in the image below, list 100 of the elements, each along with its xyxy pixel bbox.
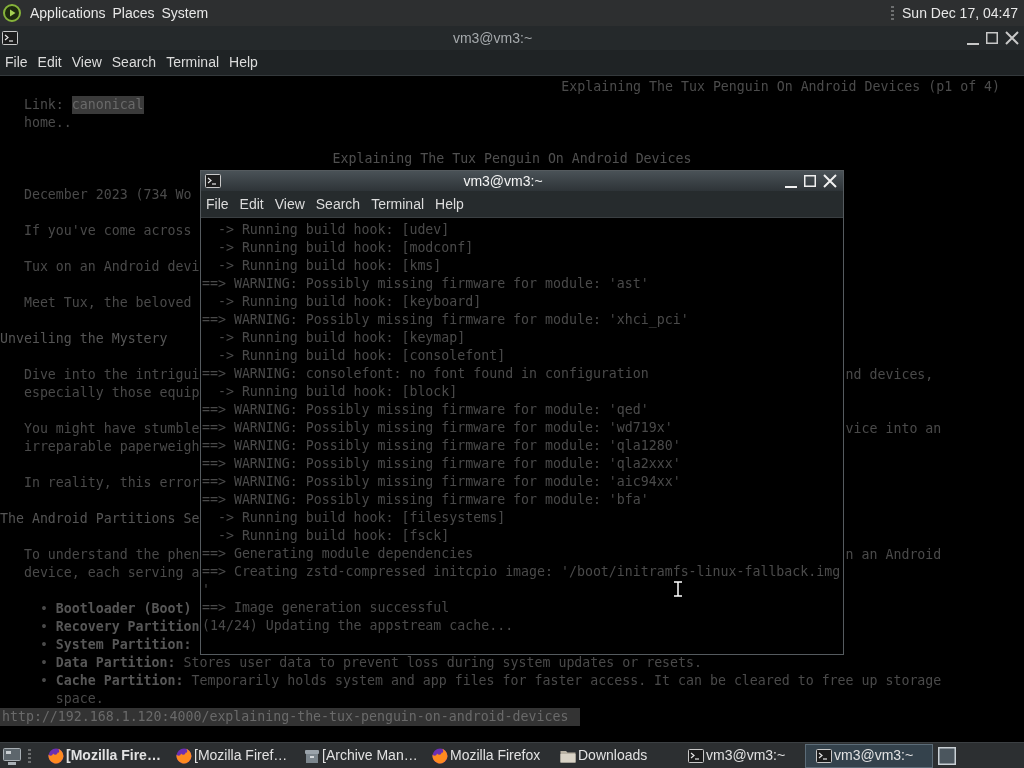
menu-item[interactable]: Terminal (370, 193, 426, 215)
show-desktop-button[interactable] (3, 746, 21, 765)
menu-item[interactable]: Help (228, 51, 259, 74)
terminal-line: -> Running build hook: [modconf] (217, 239, 474, 257)
terminal-line: ==> WARNING: Possibly missing firmware for module: 'wd719x' (202, 419, 673, 437)
grip-icon (28, 748, 31, 763)
terminal-line: ==> WARNING: Possibly missing firmware for module: 'bfa' (202, 491, 649, 509)
play-circle-icon (3, 4, 21, 22)
paragraph-text: n an Android (845, 546, 942, 564)
terminal-line: -> Running build hook: [keyboard] (217, 293, 482, 311)
menu-item[interactable]: File (205, 193, 230, 215)
paragraph-text: nd devices, (845, 366, 934, 384)
menu-item[interactable]: Edit (238, 193, 265, 215)
menu-item[interactable]: View (273, 193, 306, 215)
paragraph-text: irreparable paperweigh (23, 438, 200, 456)
taskbar-button[interactable]: vm3@vm3:~ (677, 743, 805, 768)
bullet-marker: • (39, 654, 49, 672)
paragraph-text: Tux on an Android devi (23, 258, 200, 276)
terminal-icon (816, 748, 832, 763)
terminal-icon (2, 31, 18, 45)
archive-box-icon (304, 747, 320, 764)
paragraph-text: In reality, this error (23, 474, 200, 492)
terminal-line: -> Running build hook: [consolefont] (217, 347, 506, 365)
terminal-line: ==> Image generation successful (202, 599, 450, 617)
taskbar-button[interactable]: vm3@vm3:~ (805, 743, 933, 768)
terminal-line: (14/24) Updating the appstream cache... (202, 617, 514, 635)
window-title: vm3@vm3:~ (452, 28, 533, 48)
terminal-line: -> Running build hook: [filesystems] (217, 509, 506, 527)
list-item-text: System Partition: (55, 636, 192, 654)
terminal-line: ==> WARNING: Possibly missing firmware for module: 'qed' (202, 401, 649, 419)
list-item-text: Data Partition: Stores user data to prevent loss during system updates or resets. (55, 654, 702, 672)
list-item-text: Recovery Partition (55, 618, 200, 636)
clock[interactable]: Sun Dec 17, 04:47 (902, 2, 1018, 24)
section-heading: The Android Partitions Se (0, 510, 200, 528)
terminal-line: ==> WARNING: Possibly missing firmware for module: 'xhci_pci' (202, 311, 689, 329)
workspace-icon (938, 746, 956, 765)
terminal-line: -> Running build hook: [block] (217, 383, 458, 401)
maximize-icon (804, 175, 816, 187)
taskbar-button[interactable]: [Mozilla Firef… (165, 743, 293, 768)
minimize-icon (967, 42, 979, 45)
terminal-icon (688, 748, 704, 763)
text-cursor-icon (674, 581, 682, 597)
workspace-switcher[interactable] (938, 746, 956, 765)
paragraph-text: Meet Tux, the beloved (23, 294, 192, 312)
paragraph-text: device, each serving a (23, 564, 200, 582)
menu-item[interactable]: View (70, 51, 103, 74)
terminal-icon (205, 174, 221, 188)
terminal-line: -> Running build hook: [fsck] (217, 527, 450, 545)
terminal-line: ' (202, 581, 210, 599)
panel-menu[interactable]: Applications (30, 2, 106, 24)
grip-icon (891, 6, 894, 20)
menu-item[interactable]: Edit (36, 51, 63, 74)
bullet-marker: • (39, 636, 49, 654)
terminal-line: ==> Generating module dependencies (202, 545, 474, 563)
terminal-line: -> Running build hook: [udev] (217, 221, 450, 239)
paragraph-text: If you've come across (23, 222, 192, 240)
link-label: Link: (23, 96, 64, 114)
maximize-icon (986, 32, 998, 44)
terminal-line: ==> Creating zstd-compressed initcpio image: '/boot/initramfs-linux-fallback.img (202, 563, 841, 581)
window-title: vm3@vm3:~ (463, 171, 543, 191)
maximize-button[interactable] (986, 32, 998, 44)
close-icon (1005, 31, 1019, 45)
paragraph-text: You might have stumble (23, 420, 200, 438)
menu-item[interactable]: Terminal (165, 51, 221, 74)
section-heading: Unveiling the Mystery (0, 330, 168, 348)
menu-item[interactable]: Search (110, 51, 158, 74)
menu-item[interactable]: File (4, 51, 29, 74)
panel-menu[interactable]: System (161, 2, 209, 24)
menu-item[interactable]: Help (434, 193, 465, 215)
terminal-line: ==> WARNING: Possibly missing firmware for module: 'qla1280' (202, 437, 681, 455)
paragraph-text: December 2023 (734 Wo (23, 186, 192, 204)
bullet-marker: • (39, 600, 49, 618)
terminal-line: -> Running build hook: [keymap] (217, 329, 466, 347)
bullet-marker: • (39, 672, 49, 690)
paragraph-text: especially those equip (23, 384, 200, 402)
list-item-text: Cache Partition: Temporarily holds system and app files for faster access. It can be cleared to free up storage space. (55, 672, 943, 708)
main-menu-button[interactable] (3, 4, 21, 22)
taskbar-button[interactable]: [Archive Man… (293, 743, 421, 768)
paragraph-text: To understand the phen (23, 546, 200, 564)
terminal-line: ==> WARNING: Possibly missing firmware for module: 'aic94xx' (202, 473, 681, 491)
panel-menu[interactable]: Places (112, 2, 155, 24)
terminal-line: ==> WARNING: Possibly missing firmware for module: 'ast' (202, 275, 649, 293)
article-title: Explaining The Tux Penguin On Android Devices (332, 150, 692, 168)
paragraph-text: Dive into the intrigui (23, 366, 200, 384)
close-icon (823, 174, 837, 188)
bullet-marker: • (39, 618, 49, 636)
flame-globe-icon (432, 747, 448, 764)
taskbar-button[interactable]: Mozilla Firefox (421, 743, 549, 768)
terminal-line: -> Running build hook: [kms] (217, 257, 442, 275)
close-button[interactable] (1005, 31, 1019, 45)
desktop-icon (3, 746, 21, 765)
folder-icon (560, 748, 576, 763)
taskbar-button[interactable]: Downloads (549, 743, 677, 768)
taskbar-button[interactable]: [Mozilla Fire… (37, 743, 165, 768)
flame-globe-icon (176, 747, 192, 764)
page-header-text: Explaining The Tux Penguin On Android Devices (p1 of 4) (561, 78, 1001, 96)
terminal-line: ==> WARNING: consolefont: no font found in configuration (202, 365, 649, 383)
paragraph-text: vice into an (845, 420, 942, 438)
menu-item[interactable]: Search (314, 193, 362, 215)
terminal-line: ==> WARNING: Possibly missing firmware for module: 'qla2xxx' (202, 455, 681, 473)
